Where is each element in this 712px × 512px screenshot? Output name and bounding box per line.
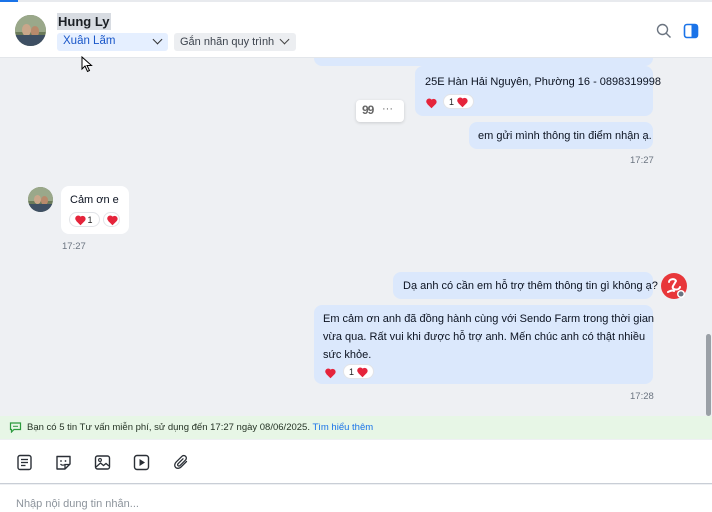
composer-toolbar [0,440,712,484]
reaction-button[interactable] [103,212,120,227]
message-bubble-outgoing[interactable]: em gửi mình thông tin điểm nhận ạ. [469,122,653,149]
free-message-notice: Bạn có 5 tin Tư vấn miễn phí, sử dụng đế… [0,416,712,439]
side-panel-icon[interactable] [683,23,699,39]
contact-avatar-small[interactable] [28,187,53,212]
message-list[interactable]: 25E Hàn Hải Nguyên, Phường 16 - 08983199… [0,58,712,416]
reaction-button[interactable] [423,96,440,111]
heart-icon [457,98,467,107]
chat-bubble-icon [9,422,22,433]
quote-icon[interactable]: 99 [362,103,374,117]
heart-icon [426,99,436,108]
learn-more-link[interactable]: Tìm hiểu thêm [312,422,373,433]
assignee-label: Xuân Lãm [63,35,116,47]
message-text: em gửi mình thông tin điểm nhận ạ. [478,130,652,142]
message-timestamp: 17:27 [630,155,654,166]
heart-icon [75,216,85,225]
mouse-cursor-icon [81,56,93,73]
reaction-summary[interactable]: 1 [69,212,100,227]
tag-dropdown[interactable]: Gắn nhãn quy trình [174,33,296,51]
agent-avatar[interactable] [661,273,687,299]
search-icon[interactable] [656,23,672,39]
message-timestamp: 17:28 [630,391,654,402]
message-bubble-outgoing[interactable]: 25E Hàn Hải Nguyên, Phường 16 - 08983199… [415,66,661,116]
heart-icon [325,369,335,378]
image-icon[interactable] [94,454,111,471]
message-line: Em cảm ơn anh đã đồng hành cùng với Send… [323,313,655,325]
message-hover-toolbar: 99 ··· [356,100,404,122]
message-bubble-outgoing[interactable]: Em cảm ơn anh đã đồng hành cùng với Send… [314,305,655,384]
chevron-down-icon [152,34,163,45]
message-line: vừa qua. Rất vui khi được hỗ trợ anh. Mế… [323,331,646,343]
message-bubble-outgoing[interactable] [314,58,653,66]
reaction-count: 1 [449,97,455,107]
message-text: Dạ anh có cần em hỗ trợ thêm thông tin g… [403,280,658,292]
tag-placeholder: Gắn nhãn quy trình [180,36,275,48]
scrollbar-thumb[interactable] [706,334,711,416]
attachment-icon[interactable] [173,454,190,471]
video-icon[interactable] [133,454,150,471]
chevron-down-icon [279,34,290,45]
chat-header: Hung Ly Xuân Lãm Gắn nhãn quy trình [0,2,712,58]
message-composer [0,485,712,512]
contact-name[interactable]: Hung Ly [57,13,111,30]
message-input[interactable] [16,498,696,510]
sticker-icon[interactable] [55,454,72,471]
reaction-count: 1 [349,367,355,377]
notice-text: Bạn có 5 tin Tư vấn miễn phí, sử dụng đế… [27,422,310,433]
message-bubble-outgoing[interactable]: Dạ anh có cần em hỗ trợ thêm thông tin g… [393,272,658,299]
message-line: sức khỏe. [323,349,372,361]
heart-icon [107,216,117,225]
reaction-count: 1 [87,215,93,225]
reaction-summary[interactable]: 1 [443,94,474,109]
note-icon[interactable] [16,454,33,471]
message-text: Cảm ơn e [70,194,119,206]
assignee-dropdown[interactable]: Xuân Lãm [57,33,168,51]
reaction-button[interactable] [322,366,339,381]
contact-avatar[interactable] [15,15,46,46]
heart-icon [357,368,367,377]
more-icon[interactable]: ··· [382,103,393,115]
reaction-summary[interactable]: 1 [343,364,374,379]
message-text: 25E Hàn Hải Nguyên, Phường 16 - 08983199… [425,76,661,88]
message-timestamp: 17:27 [62,241,86,252]
message-bubble-incoming[interactable]: Cảm ơn e 1 [61,186,129,234]
